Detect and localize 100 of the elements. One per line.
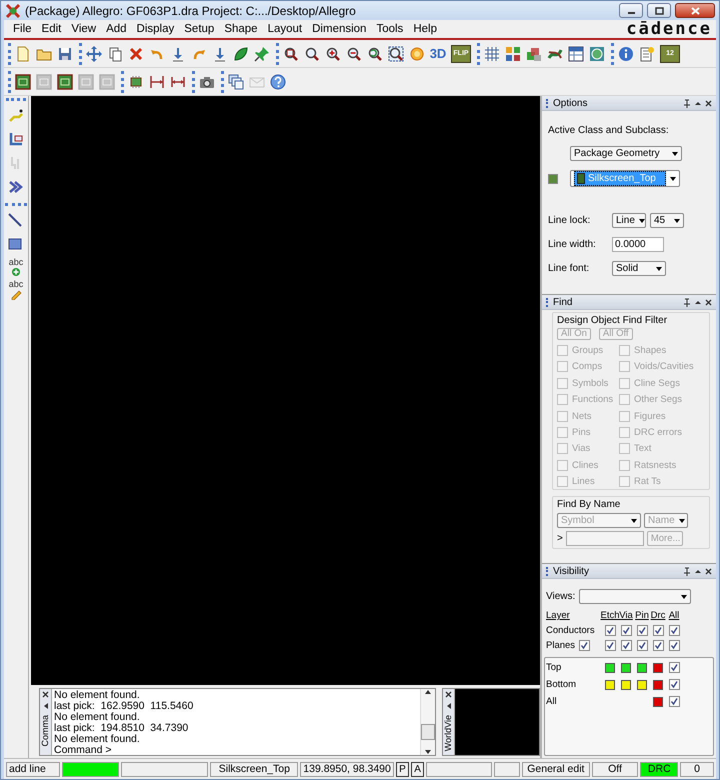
dimension-icon (149, 74, 165, 90)
filter-button: All On (557, 328, 591, 340)
status-text: Off (592, 762, 638, 776)
color-swatch[interactable] (605, 662, 615, 672)
color-swatch[interactable] (621, 662, 631, 672)
line-font-dropdown[interactable]: Solid (612, 261, 666, 276)
checkbox[interactable] (579, 640, 590, 651)
checkbox[interactable] (652, 640, 664, 651)
color-swatch[interactable] (653, 696, 663, 706)
column-header[interactable]: Layer (546, 610, 602, 621)
zoom-in-icon (325, 46, 341, 62)
add-text-button[interactable]: abc (5, 256, 27, 278)
maximize-icon (654, 6, 664, 14)
close-button[interactable] (675, 3, 715, 18)
checkbox[interactable] (636, 640, 648, 651)
status-key[interactable]: A (411, 762, 424, 776)
close-icon (705, 298, 712, 306)
leaf-icon (233, 46, 249, 62)
color-swatch[interactable] (621, 680, 631, 690)
checkbox[interactable] (668, 625, 680, 636)
layer-label: Bottom (546, 679, 578, 690)
scrollbar[interactable] (420, 689, 435, 755)
copy-icon (107, 46, 123, 62)
menu-item[interactable]: View (66, 23, 102, 35)
color-swatch[interactable] (637, 662, 647, 672)
checkbox-label: Shapes (634, 345, 666, 356)
edit-text-button[interactable]: abc (5, 278, 27, 300)
brand-logo: cādence (626, 19, 712, 39)
checkbox-label: Symbols (572, 378, 608, 389)
menu-item[interactable]: Setup (179, 23, 220, 35)
checkbox[interactable] (668, 679, 680, 690)
pin-icon (683, 98, 691, 108)
checkbox-label: Text (634, 443, 652, 454)
menu-item[interactable]: Tools (371, 23, 408, 35)
filter-button: All Off (598, 328, 633, 340)
menu-item[interactable]: Edit (36, 23, 66, 35)
console-line: No element found. (54, 734, 141, 745)
checkbox-label: Other Segs (634, 394, 682, 406)
column-header[interactable]: Pin (634, 610, 650, 621)
name-field[interactable] (566, 531, 644, 546)
board-icon (15, 74, 31, 90)
views-dropdown[interactable] (579, 589, 692, 604)
group-title: Find By Name (557, 499, 622, 510)
checkbox[interactable] (668, 696, 680, 707)
color-swatch[interactable] (653, 662, 663, 672)
checkbox[interactable] (604, 640, 616, 651)
minimize-button[interactable] (619, 3, 643, 18)
collapse-icon (42, 702, 48, 710)
checkbox[interactable] (636, 625, 648, 636)
class-dropdown[interactable]: Package Geometry (570, 146, 682, 161)
line-lock-dropdown[interactable]: Line (612, 213, 646, 228)
maximize-button[interactable] (647, 3, 671, 18)
menu-item[interactable]: File (8, 23, 37, 35)
menu-item[interactable]: Layout (262, 23, 308, 35)
layer-color-icon (548, 174, 558, 184)
zoom-fit-icon (283, 46, 299, 62)
menu-item[interactable]: Shape (219, 23, 263, 35)
column-header[interactable]: All (666, 610, 682, 621)
checkbox[interactable] (620, 640, 632, 651)
layer-label: All (546, 696, 558, 707)
column-header[interactable]: Etch (602, 610, 618, 621)
column-header[interactable]: Via (618, 610, 634, 621)
status-text: General edit (522, 762, 590, 776)
checkbox-label: Ratsnests (634, 460, 676, 471)
zoom-icon (304, 46, 320, 62)
board-icon (36, 74, 52, 90)
menu-item[interactable]: Help (408, 23, 442, 35)
color-swatch[interactable] (653, 680, 663, 690)
checkbox[interactable] (668, 662, 680, 673)
menu-item[interactable]: Add (101, 23, 132, 35)
checkbox[interactable] (652, 625, 664, 636)
row-label: Conductors (546, 625, 595, 636)
zoom-world-icon (388, 46, 404, 62)
four-way-arrow-icon (86, 46, 102, 62)
checkbox[interactable] (620, 625, 632, 636)
checkbox[interactable] (604, 625, 616, 636)
grid-icon (484, 46, 500, 62)
column-header[interactable]: Drc (650, 610, 666, 621)
checkbox[interactable] (668, 640, 680, 651)
scroll-down-icon (424, 749, 432, 755)
color-swatch[interactable] (637, 680, 647, 690)
status-key[interactable]: P (396, 762, 410, 776)
drc-indicator: DRC (640, 762, 678, 776)
menu-item[interactable]: Display (132, 23, 180, 35)
checkbox-label: Cline Segs (634, 378, 680, 389)
scrollbar-thumb[interactable] (421, 724, 435, 740)
checkbox-label: Figures (634, 410, 666, 422)
color-swatch[interactable] (605, 680, 615, 690)
angle-dropdown[interactable]: 45 (650, 213, 684, 228)
checkbox-label: DRC errors (634, 426, 682, 438)
close-icon (42, 691, 49, 698)
status-field (426, 762, 492, 776)
line-width-field[interactable]: 0.0000 (612, 237, 664, 252)
menu-item[interactable]: Dimension (307, 23, 372, 35)
panel-title: Options (553, 98, 588, 108)
checkbox-label: Groups (572, 345, 604, 356)
diagonal-line-icon (7, 212, 23, 228)
group-title: Design Object Find Filter (557, 315, 668, 326)
view-3d-button[interactable]: 3D (428, 42, 448, 64)
prompt-label: > (557, 533, 563, 544)
